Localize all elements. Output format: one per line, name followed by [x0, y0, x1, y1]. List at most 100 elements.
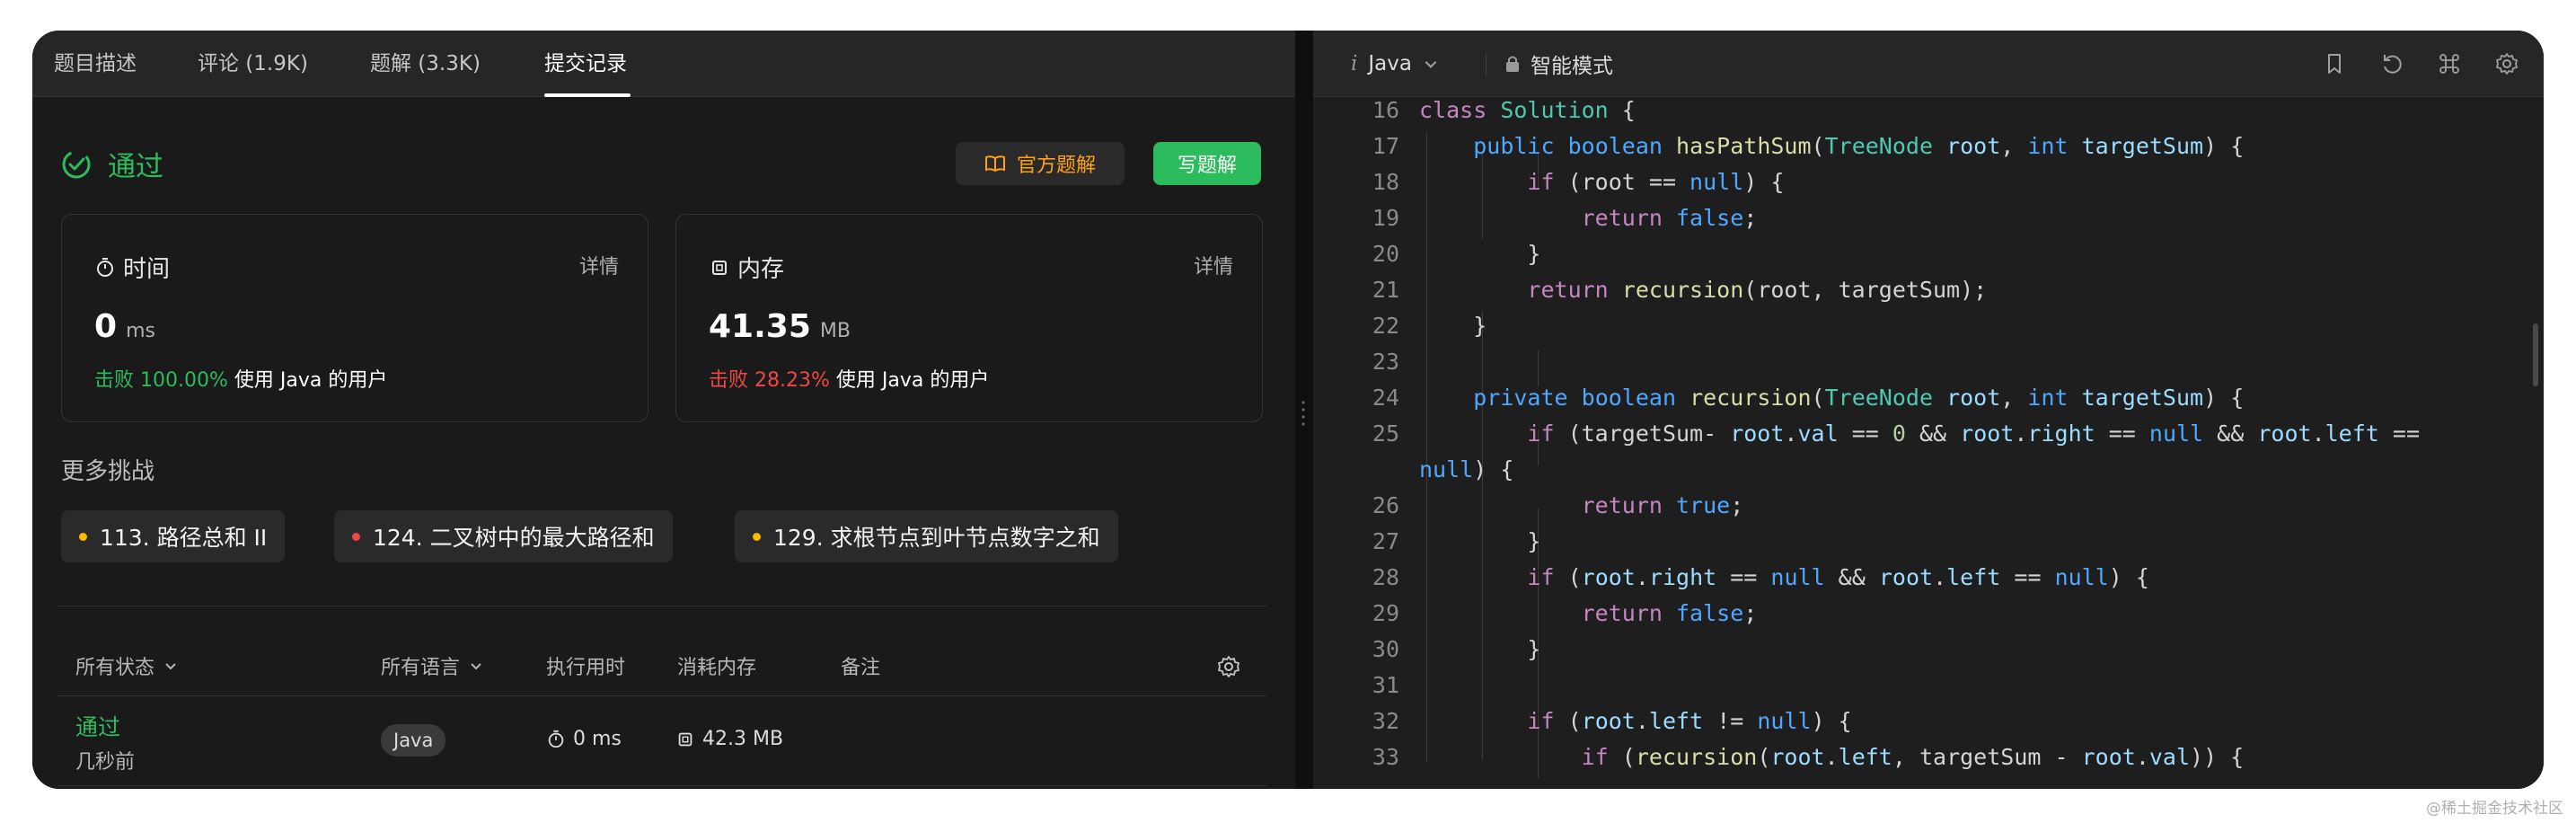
line-number: 27 — [1372, 528, 1399, 554]
challenge-chip[interactable]: 124. 二叉树中的最大路径和 — [334, 510, 673, 562]
divider — [57, 695, 1266, 696]
runtime-card: 时间 详情 0 ms 击败 100.00% 使用 Java 的用户 — [61, 214, 648, 422]
memory-card: 内存 详情 41.35 MB 击败 28.23% 使用 Java 的用户 — [675, 214, 1263, 422]
line-number: 32 — [1372, 708, 1399, 734]
line-number: 21 — [1372, 277, 1399, 303]
code-line: if (root.left != null) { — [1527, 708, 1852, 734]
drag-handle-icon[interactable] — [1301, 399, 1305, 426]
divider — [57, 785, 1266, 786]
memory-beat-suffix: 使用 Java 的用户 — [835, 369, 990, 392]
difficulty-dot — [753, 532, 761, 541]
difficulty-dot — [352, 532, 360, 541]
submission-status[interactable]: 通过 — [75, 710, 120, 742]
left-panel: 题目描述 评论 (1.9K) 题解 (3.3K) 提交记录 通过 官方题解 写题… — [32, 31, 1295, 789]
stopwatch-icon — [97, 257, 113, 277]
submission-runtime: 0 ms — [546, 728, 622, 750]
chip-icon — [712, 260, 727, 275]
submission-memory-value: 42.3 MB — [702, 728, 784, 750]
difficulty-dot — [79, 532, 87, 541]
check-circle-icon — [62, 150, 91, 178]
stopwatch-icon — [548, 730, 564, 748]
line-number: 20 — [1372, 241, 1399, 267]
gear-icon[interactable] — [1216, 654, 1241, 679]
challenge-chip[interactable]: 113. 路径总和 II — [61, 510, 286, 562]
tab-description[interactable]: 题目描述 — [54, 31, 137, 97]
line-number: 30 — [1372, 636, 1399, 662]
tab-submissions[interactable]: 提交记录 — [544, 31, 627, 97]
code-line: class Solution { — [1419, 97, 1636, 123]
code-line: null) { — [1419, 456, 1514, 482]
memory-beat-percent: 击败 28.23% — [709, 369, 830, 392]
code-line: public boolean hasPathSum(TreeNode root,… — [1473, 133, 2245, 159]
code-line: private boolean recursion(TreeNode root,… — [1473, 385, 2245, 411]
memory-card-header: 内存 — [709, 251, 784, 284]
line-number: 22 — [1372, 313, 1399, 339]
active-tab-indicator — [544, 93, 631, 97]
memory-header: 消耗内存 — [677, 657, 757, 679]
language-badge: Java — [381, 724, 446, 757]
line-number: 24 — [1372, 385, 1399, 411]
code-line: return recursion(root, targetSum); — [1527, 277, 1988, 303]
code-line: } — [1419, 528, 1541, 554]
tab-bar: 题目描述 评论 (1.9K) 题解 (3.3K) 提交记录 — [32, 31, 1295, 97]
language-selector[interactable]: i Java — [1351, 31, 1439, 97]
code-line: if (targetSum- root.val == 0 && root.rig… — [1527, 420, 2420, 447]
official-solution-label: 官方题解 — [1016, 155, 1096, 177]
bookmark-icon[interactable] — [2321, 50, 2348, 77]
line-number: 25 — [1372, 420, 1399, 447]
line-number: 31 — [1372, 672, 1399, 698]
challenge-label: 113. 路径总和 II — [100, 525, 268, 551]
language-filter[interactable]: 所有语言 — [381, 651, 483, 680]
code-line: if (root == null) { — [1527, 169, 1785, 195]
language-filter-label: 所有语言 — [381, 657, 461, 679]
smart-mode-toggle[interactable]: 智能模式 — [1504, 31, 1613, 97]
app-window: 题目描述 评论 (1.9K) 题解 (3.3K) 提交记录 通过 官方题解 写题… — [32, 31, 2544, 789]
line-number: 23 — [1372, 349, 1399, 375]
memory-unit: MB — [819, 320, 851, 342]
line-number: 29 — [1372, 600, 1399, 626]
line-number: 26 — [1372, 492, 1399, 518]
line-number: 18 — [1372, 169, 1399, 195]
runtime-number: 0 — [94, 308, 118, 345]
memory-detail-link[interactable]: 详情 — [1194, 251, 1233, 279]
tab-solutions[interactable]: 题解 (3.3K) — [370, 31, 481, 97]
submission-memory: 42.3 MB — [675, 728, 783, 750]
status-label: 通过 — [108, 151, 163, 183]
code-line: if (recursion(root.left, targetSum - roo… — [1581, 744, 2245, 770]
code-line: return true; — [1581, 492, 1744, 518]
runtime-value: 0 ms — [94, 308, 155, 345]
official-solution-button[interactable]: 官方题解 — [956, 142, 1125, 185]
runtime-unit: ms — [126, 320, 155, 342]
chevron-down-icon — [165, 663, 176, 670]
reset-icon[interactable] — [2378, 50, 2405, 77]
challenge-chip[interactable]: 129. 求根节点到叶节点数字之和 — [735, 510, 1118, 562]
editor-toolbar: i Java 智能模式 — [1313, 31, 2544, 97]
editor-scrollbar[interactable] — [2533, 323, 2538, 386]
code-panel: i Java 智能模式 16 class Solution {17 publi… — [1313, 31, 2544, 789]
line-number: 16 — [1372, 97, 1399, 123]
line-number: 33 — [1372, 744, 1399, 770]
challenge-label: 124. 二叉树中的最大路径和 — [373, 525, 655, 551]
info-icon: i — [1351, 52, 1358, 75]
smart-mode-label: 智能模式 — [1531, 55, 1613, 78]
indent-guide — [1538, 350, 1539, 386]
runtime-card-title: 时间 — [123, 256, 171, 283]
lock-icon — [1506, 56, 1519, 72]
line-number: 17 — [1372, 133, 1399, 159]
runtime-beat-percent: 击败 100.00% — [94, 369, 228, 392]
runtime-header: 执行用时 — [546, 657, 626, 679]
write-solution-button[interactable]: 写题解 — [1153, 142, 1261, 185]
command-icon[interactable] — [2436, 50, 2463, 77]
memory-value: 41.35 MB — [709, 308, 851, 345]
note-header: 备注 — [841, 657, 881, 679]
code-editor[interactable]: 16 class Solution { 17 public boolean ha… — [1313, 97, 2544, 789]
status-filter[interactable]: 所有状态 — [75, 651, 178, 680]
status-filter-label: 所有状态 — [75, 657, 155, 679]
tab-comments[interactable]: 评论 (1.9K) — [198, 31, 308, 97]
memory-number: 41.35 — [709, 308, 811, 345]
runtime-detail-link[interactable]: 详情 — [579, 251, 619, 279]
result-status: 通过 — [61, 144, 163, 184]
runtime-beat: 击败 100.00% 使用 Java 的用户 — [94, 364, 387, 393]
settings-icon[interactable] — [2493, 50, 2520, 77]
code-line: } — [1419, 313, 1487, 339]
